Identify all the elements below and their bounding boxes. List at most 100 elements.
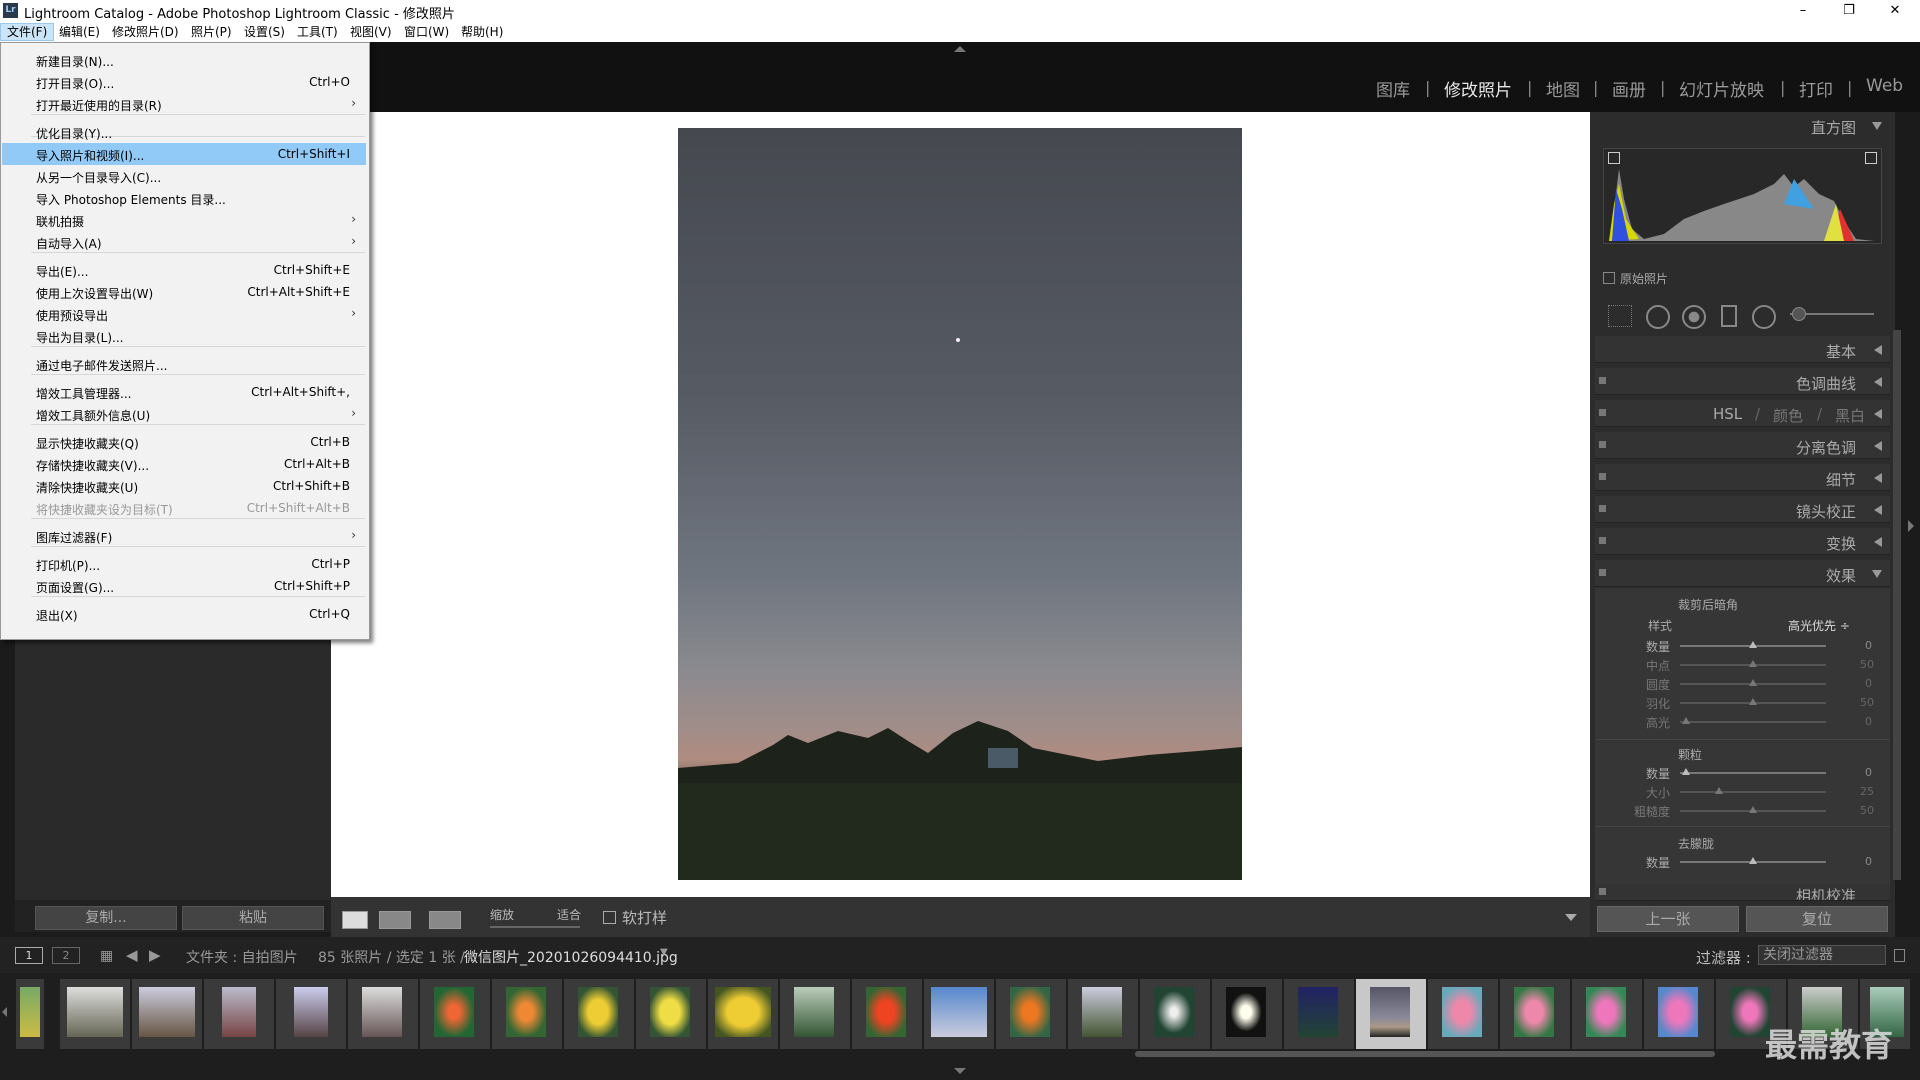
vignette-midpoint-value[interactable]: 50 <box>1860 658 1874 671</box>
right-panel-scrollbar[interactable] <box>1893 330 1901 880</box>
reset-button[interactable]: 复位 <box>1746 906 1888 932</box>
color-tab[interactable]: 颜色 <box>1773 405 1803 426</box>
menu-window[interactable]: 窗口(W) <box>398 24 455 40</box>
dehaze-amount-value[interactable]: 0 <box>1865 855 1872 868</box>
toggle-switch-icon[interactable] <box>1599 473 1606 480</box>
filmstrip-thumbnail[interactable] <box>132 979 202 1049</box>
filmstrip-thumbnail[interactable] <box>348 979 418 1049</box>
vignette-feather-value[interactable]: 50 <box>1860 696 1874 709</box>
grain-amount-value[interactable]: 0 <box>1865 766 1872 779</box>
close-button[interactable]: ✕ <box>1872 0 1918 22</box>
filmstrip-thumbnail[interactable] <box>852 979 922 1049</box>
filmstrip-thumbnail[interactable] <box>924 979 994 1049</box>
slider-knob[interactable] <box>1715 787 1723 794</box>
menu-view[interactable]: 视图(V) <box>344 24 398 40</box>
section-effects[interactable]: 效果 <box>1595 560 1890 587</box>
slider-knob[interactable] <box>1749 857 1757 864</box>
menu-settings[interactable]: 设置(S) <box>238 24 291 40</box>
slider-knob[interactable] <box>1749 641 1757 648</box>
bw-tab[interactable]: 黑白 <box>1835 405 1865 426</box>
grain-size-value[interactable]: 25 <box>1860 785 1874 798</box>
toolbar-menu-chevron-icon[interactable] <box>1565 914 1577 921</box>
file-menu-item[interactable]: 导出(E)... Ctrl+Shift+E <box>2 259 366 281</box>
spot-removal-icon[interactable] <box>1646 305 1670 329</box>
file-menu-item[interactable]: 自动导入(A) › <box>2 231 366 253</box>
filmstrip-thumbnail[interactable] <box>276 979 346 1049</box>
before-after-tb-icon[interactable] <box>429 911 461 929</box>
section-hsl[interactable]: HSL / 颜色 / 黑白 <box>1595 400 1890 427</box>
module-book[interactable]: 画册 <box>1612 76 1646 101</box>
right-panel-toggle-arrow-icon[interactable] <box>1908 520 1914 532</box>
grain-roughness-value[interactable]: 50 <box>1860 804 1874 817</box>
file-menu-item[interactable]: 使用上次设置导出(W) Ctrl+Alt+Shift+E <box>2 281 366 303</box>
shadow-clip-icon[interactable] <box>1608 152 1620 164</box>
filmstrip-scrollbar[interactable] <box>1135 1051 1715 1057</box>
menu-develop[interactable]: 修改照片(D) <box>106 24 185 40</box>
crop-overlay-icon[interactable] <box>1608 305 1632 327</box>
module-web[interactable]: Web <box>1866 76 1903 96</box>
grid-view-icon[interactable]: ▦ <box>100 948 113 964</box>
menu-tools[interactable]: 工具(T) <box>291 24 344 40</box>
before-after-lr-icon[interactable] <box>379 911 411 929</box>
section-lens-corrections[interactable]: 镜头校正 <box>1595 496 1890 523</box>
filmstrip-thumbnail[interactable] <box>1140 979 1210 1049</box>
filmstrip-thumbnail[interactable] <box>204 979 274 1049</box>
filmstrip-thumbnail[interactable] <box>1572 979 1642 1049</box>
grain-size-slider[interactable] <box>1680 791 1826 793</box>
slider-knob[interactable] <box>1749 806 1757 813</box>
previous-button[interactable]: 上一张 <box>1597 906 1739 932</box>
vignette-highlights-value[interactable]: 0 <box>1865 715 1872 728</box>
back-arrow-icon[interactable]: ◀ <box>126 946 138 964</box>
filmstrip-thumbnail-selected[interactable] <box>1356 979 1426 1049</box>
file-menu-item[interactable]: 使用预设导出 › <box>2 303 366 325</box>
selected-filename[interactable]: 微信图片_20201026094410.jpg <box>464 947 678 967</box>
radial-filter-icon[interactable] <box>1752 305 1776 329</box>
filmstrip-thumbnail[interactable] <box>996 979 1066 1049</box>
filmstrip-thumbnail[interactable] <box>708 979 778 1049</box>
style-dropdown[interactable]: 高光优先 ÷ <box>1788 617 1850 634</box>
collapse-bottom-arrow-icon[interactable] <box>954 1068 966 1074</box>
file-menu-item[interactable]: 将快捷收藏夹设为目标(T) Ctrl+Shift+Alt+B <box>2 497 366 519</box>
filmstrip-thumbnail[interactable] <box>60 979 130 1049</box>
file-menu-item[interactable]: 存储快捷收藏夹(V)... Ctrl+Alt+B <box>2 453 366 475</box>
filmstrip-thumbnail[interactable] <box>780 979 850 1049</box>
file-menu-item[interactable]: 导入 Photoshop Elements 目录... <box>2 187 366 209</box>
menu-help[interactable]: 帮助(H) <box>455 24 509 40</box>
window-1-button[interactable]: 1 <box>15 947 43 964</box>
menu-photo[interactable]: 照片(P) <box>185 24 238 40</box>
loupe-view-icon[interactable] <box>342 911 368 929</box>
file-menu-item[interactable]: 打印机(P)... Ctrl+P <box>2 553 366 575</box>
filmstrip-thumbnail[interactable] <box>1644 979 1714 1049</box>
folder-path[interactable]: 文件夹 : 自拍图片 <box>186 947 298 967</box>
toggle-switch-icon[interactable] <box>1599 888 1606 895</box>
file-menu-item[interactable]: 打开目录(O)... Ctrl+O <box>2 71 366 93</box>
filter-lock-icon[interactable] <box>1894 949 1905 962</box>
slider-knob[interactable] <box>1682 717 1690 724</box>
minimize-button[interactable]: – <box>1780 0 1826 22</box>
toggle-switch-icon[interactable] <box>1599 505 1606 512</box>
toggle-switch-icon[interactable] <box>1599 409 1606 416</box>
file-menu-item[interactable]: 清除快捷收藏夹(U) Ctrl+Shift+B <box>2 475 366 497</box>
filter-dropdown[interactable]: 关闭过滤器 <box>1758 945 1886 965</box>
file-menu-item[interactable]: 联机拍摄 › <box>2 209 366 231</box>
file-menu-item[interactable]: 通过电子邮件发送照片... <box>2 353 366 375</box>
red-eye-icon[interactable] <box>1682 305 1706 329</box>
forward-arrow-icon[interactable]: ▶ <box>149 946 161 964</box>
filmstrip-left-arrow-icon[interactable] <box>2 1007 7 1017</box>
original-photo-checkbox[interactable] <box>1603 272 1615 284</box>
file-menu-item[interactable]: 显示快捷收藏夹(Q) Ctrl+B <box>2 431 366 453</box>
section-split-toning[interactable]: 分离色调 <box>1595 432 1890 459</box>
filmstrip-thumbnail[interactable] <box>1212 979 1282 1049</box>
filmstrip-thumbnail[interactable] <box>1068 979 1138 1049</box>
file-menu-item[interactable]: 退出(X) Ctrl+Q <box>2 603 366 625</box>
filmstrip-thumbnail[interactable] <box>492 979 562 1049</box>
section-transform[interactable]: 变换 <box>1595 528 1890 555</box>
module-map[interactable]: 地图 <box>1546 76 1580 101</box>
section-detail[interactable]: 细节 <box>1595 464 1890 491</box>
grain-amount-slider[interactable] <box>1680 772 1826 774</box>
toggle-switch-icon[interactable] <box>1599 537 1606 544</box>
hsl-tab[interactable]: HSL <box>1713 405 1742 423</box>
filmstrip-thumbnail[interactable] <box>1284 979 1354 1049</box>
menu-file[interactable]: 文件(F) <box>0 23 55 41</box>
section-camera-calibration[interactable]: 相机校准 <box>1595 884 1890 901</box>
